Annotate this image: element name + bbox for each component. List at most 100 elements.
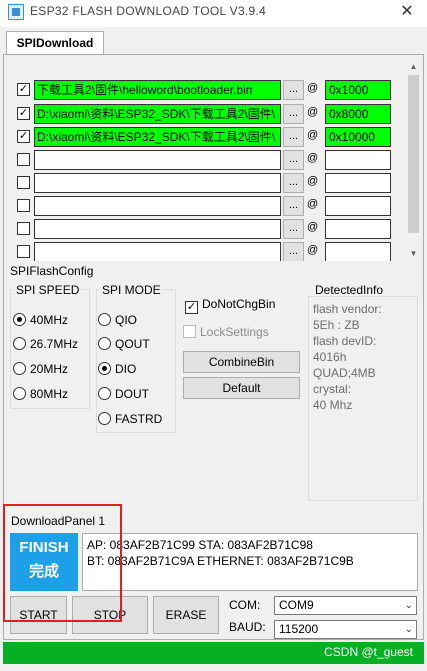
spi-mode-option[interactable]: DOUT [98,387,149,405]
do-not-chg-bin-checkbox[interactable]: ✓ DoNotChgBin [185,297,275,314]
at-label: @ [307,175,319,187]
file-path-input[interactable] [34,196,281,216]
file-path-input[interactable]: D:\xiaomi\资料\ESP32_SDK\下载工具2\固件\ [34,127,281,147]
do-not-chg-bin-label: DoNotChgBin [202,297,276,311]
radio-button[interactable] [13,313,26,326]
baud-select[interactable]: 115200 ⌄ [274,620,417,639]
file-path-input[interactable] [34,150,281,170]
spi-speed-option[interactable]: 40MHz [13,313,68,331]
detected-info-line: crystal: [313,382,352,396]
com-select[interactable]: COM9 ⌄ [274,596,417,615]
file-list-scrollbar[interactable]: ▲ ▼ [406,59,421,261]
lock-settings-checkbox[interactable]: LockSettings [183,325,269,339]
combine-bin-button[interactable]: CombineBin [183,351,300,373]
scroll-up-icon[interactable]: ▲ [406,59,421,74]
browse-button[interactable]: ... [283,219,304,239]
radio-button[interactable] [13,362,26,375]
spi-mode-label: QOUT [115,337,150,351]
file-row: ... @ [10,242,406,261]
file-enable-checkbox[interactable] [17,176,30,189]
title-bar: ESP32 FLASH DOWNLOAD TOOL V3.9.4 ✕ [0,0,427,27]
baud-label: BAUD: [229,620,266,634]
chevron-down-icon[interactable]: ⌄ [405,621,413,638]
close-button[interactable]: ✕ [395,2,419,22]
spi-mode-option[interactable]: QIO [98,313,137,331]
spi-mode-option[interactable]: DIO [98,362,136,380]
window-title: ESP32 FLASH DOWNLOAD TOOL V3.9.4 [30,4,267,18]
radio-button[interactable] [13,387,26,400]
address-input[interactable] [325,173,391,193]
browse-button[interactable]: ... [283,104,304,124]
address-input[interactable]: 0x8000 [325,104,391,124]
address-input[interactable]: 0x1000 [325,80,391,100]
do-not-chg-bin-box[interactable]: ✓ [185,301,198,314]
radio-button[interactable] [98,387,111,400]
com-value: COM9 [279,598,314,612]
spi-speed-option[interactable]: 80MHz [13,387,68,405]
com-label: COM: [229,598,261,612]
file-enable-checkbox[interactable] [17,222,30,235]
file-enable-checkbox[interactable] [17,245,30,258]
spi-mode-title: SPI MODE [100,283,163,297]
spi-mode-option[interactable]: FASTRD [98,412,162,430]
spi-speed-option[interactable]: 26.7MHz [13,337,78,355]
address-input[interactable]: 0x10000 [325,127,391,147]
radio-button[interactable] [13,337,26,350]
spi-mode-label: QIO [115,313,138,327]
file-row: ... @ [10,196,406,216]
radio-button[interactable] [98,337,111,350]
at-label: @ [307,244,319,256]
file-enable-checkbox[interactable]: ✓ [17,107,30,120]
address-input[interactable] [325,150,391,170]
address-input[interactable] [325,242,391,261]
address-input[interactable] [325,219,391,239]
file-enable-checkbox[interactable] [17,153,30,166]
scrollbar-thumb[interactable] [408,75,419,233]
detected-info-line: QUAD;4MB [313,366,376,380]
file-row: ✓ D:\xiaomi\资料\ESP32_SDK\下载工具2\固件\... @0x8… [10,104,406,124]
baud-value: 115200 [279,622,319,636]
at-label: @ [307,152,319,164]
spi-flash-config-label: SPIFlashConfig [10,264,94,278]
mac-log: AP: 083AF2B71C99 STA: 083AF2B71C98 BT: 0… [82,533,418,591]
file-enable-checkbox[interactable]: ✓ [17,130,30,143]
radio-button[interactable] [98,412,111,425]
detected-info-line: flash vendor: [313,302,382,316]
browse-button[interactable]: ... [283,196,304,216]
chevron-down-icon[interactable]: ⌄ [405,597,413,614]
lock-settings-box[interactable] [183,325,196,338]
spi-speed-label: 20MHz [30,362,69,376]
tab-spidownload[interactable]: SPIDownload [6,31,104,55]
erase-button[interactable]: ERASE [153,596,219,634]
address-input[interactable] [325,196,391,216]
at-label: @ [307,129,319,141]
browse-button[interactable]: ... [283,150,304,170]
browse-button[interactable]: ... [283,80,304,100]
scroll-down-icon[interactable]: ▼ [406,246,421,261]
file-path-input[interactable]: D:\xiaomi\资料\ESP32_SDK\下载工具2\固件\ [34,104,281,124]
at-label: @ [307,221,319,233]
file-enable-checkbox[interactable]: ✓ [17,83,30,96]
spi-speed-option[interactable]: 20MHz [13,362,68,380]
file-path-input[interactable] [34,173,281,193]
at-label: @ [307,106,319,118]
browse-button[interactable]: ... [283,242,304,261]
at-label: @ [307,198,319,210]
file-row: ... @ [10,219,406,239]
log-line-1: AP: 083AF2B71C99 STA: 083AF2B71C98 [87,538,313,552]
radio-button[interactable] [98,362,111,375]
radio-button[interactable] [98,313,111,326]
spi-mode-option[interactable]: QOUT [98,337,150,355]
lock-settings-label: LockSettings [200,325,269,339]
default-button[interactable]: Default [183,377,300,399]
spi-speed-label: 26.7MHz [30,337,79,351]
browse-button[interactable]: ... [283,127,304,147]
spi-speed-title: SPI SPEED [14,283,82,297]
browse-button[interactable]: ... [283,173,304,193]
file-path-input[interactable] [34,219,281,239]
file-enable-checkbox[interactable] [17,199,30,212]
file-list: ✓ 下载工具2\固件\helloword\bootloader.bin... @0x… [10,59,406,261]
spi-mode-label: DOUT [115,387,149,401]
file-path-input[interactable]: 下载工具2\固件\helloword\bootloader.bin [34,80,281,100]
file-path-input[interactable] [34,242,281,261]
